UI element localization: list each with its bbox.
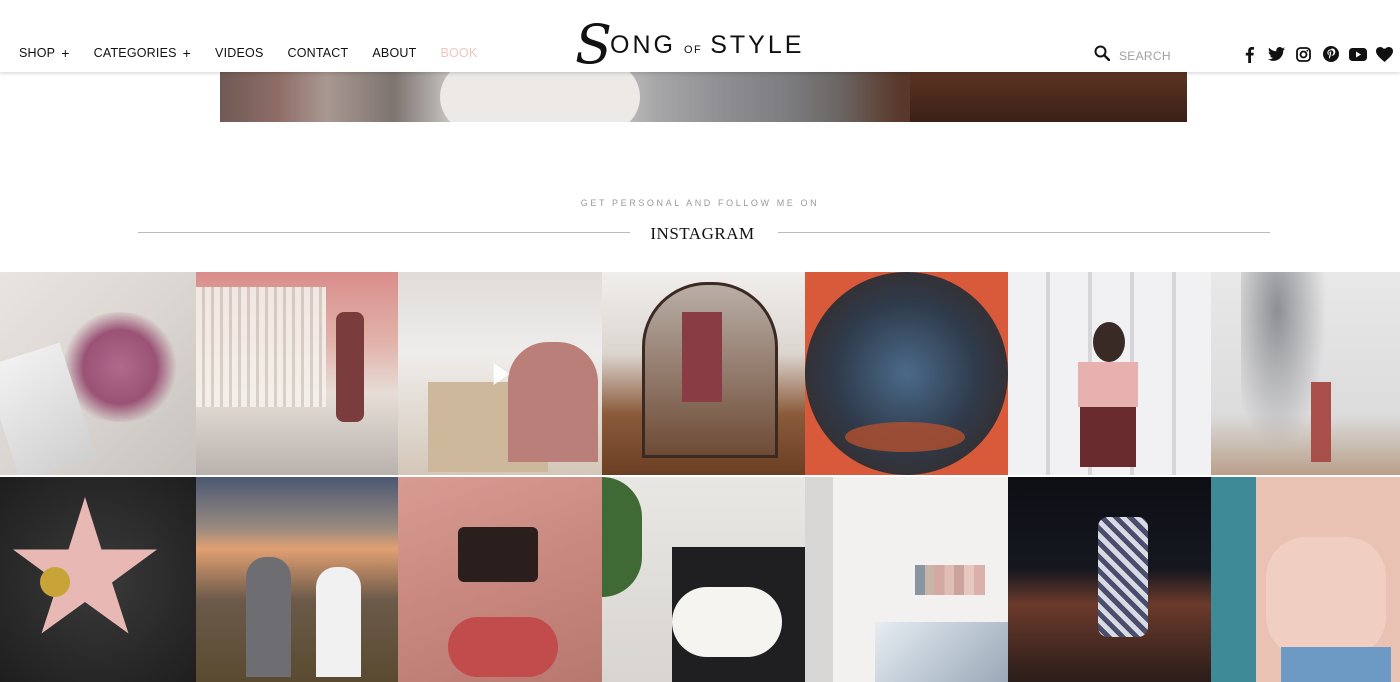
nav-shop-label: SHOP <box>19 46 56 60</box>
instagram-post[interactable] <box>1008 272 1211 475</box>
logo-style: STYLE <box>710 31 805 59</box>
plus-icon: + <box>61 45 70 61</box>
divider-right <box>778 232 1270 233</box>
instagram-grid <box>0 272 1400 682</box>
instagram-icon[interactable] <box>1294 45 1313 63</box>
nav-about[interactable]: ABOUT <box>372 46 416 60</box>
youtube-icon[interactable] <box>1348 45 1367 63</box>
instagram-post[interactable] <box>196 272 398 475</box>
instagram-post[interactable] <box>805 477 1008 682</box>
site-logo[interactable]: S ONG OF STYLE <box>575 4 805 72</box>
nav-book-label: BOOK <box>440 46 478 60</box>
nav-contact[interactable]: CONTACT <box>287 46 348 60</box>
instagram-post[interactable] <box>398 477 602 682</box>
logo-ong: ONG <box>610 31 676 59</box>
hero-pillow <box>440 72 640 122</box>
nav-categories-label: CATEGORIES <box>93 46 177 60</box>
instagram-post[interactable] <box>398 272 602 475</box>
instagram-post[interactable] <box>602 477 805 682</box>
nav-categories[interactable]: CATEGORIES + <box>94 46 191 60</box>
plus-icon: + <box>182 45 192 61</box>
site-header: SHOP + CATEGORIES + VIDEOS CONTACT ABOUT B… <box>0 0 1400 72</box>
logo-of: OF <box>683 44 703 56</box>
nav-about-label: ABOUT <box>372 46 417 60</box>
nav-book[interactable]: BOOK <box>440 46 477 60</box>
search-box <box>1094 45 1229 66</box>
instagram-post[interactable] <box>805 272 1008 475</box>
instagram-title: INSTAGRAM <box>650 224 755 243</box>
nav-shop[interactable]: SHOP + <box>19 46 70 60</box>
nav-contact-label: CONTACT <box>287 46 349 60</box>
instagram-post[interactable] <box>0 272 196 475</box>
instagram-post[interactable] <box>1211 272 1400 475</box>
instagram-post[interactable] <box>602 272 805 475</box>
social-links <box>1240 45 1400 63</box>
logo-s: S <box>575 13 612 76</box>
instagram-post[interactable] <box>196 477 398 682</box>
hero-image-bottom <box>220 72 1187 122</box>
main-nav: SHOP + CATEGORIES + VIDEOS CONTACT ABOUT B… <box>19 46 501 60</box>
facebook-icon[interactable] <box>1240 45 1259 63</box>
twitter-icon[interactable] <box>1267 45 1286 63</box>
nav-videos-label: VIDEOS <box>215 46 264 60</box>
play-icon <box>493 362 510 385</box>
divider-left <box>138 232 630 233</box>
heart-icon[interactable] <box>1375 45 1394 63</box>
instagram-post[interactable] <box>0 477 196 682</box>
nav-videos[interactable]: VIDEOS <box>215 46 263 60</box>
search-input[interactable] <box>1119 48 1229 63</box>
instagram-eyebrow: GET PERSONAL AND FOLLOW ME ON <box>580 198 820 208</box>
hero-floor <box>910 72 1187 122</box>
search-icon[interactable] <box>1094 45 1111 66</box>
instagram-post[interactable] <box>1211 477 1400 682</box>
pinterest-icon[interactable] <box>1321 45 1340 63</box>
instagram-post[interactable] <box>1008 477 1211 682</box>
